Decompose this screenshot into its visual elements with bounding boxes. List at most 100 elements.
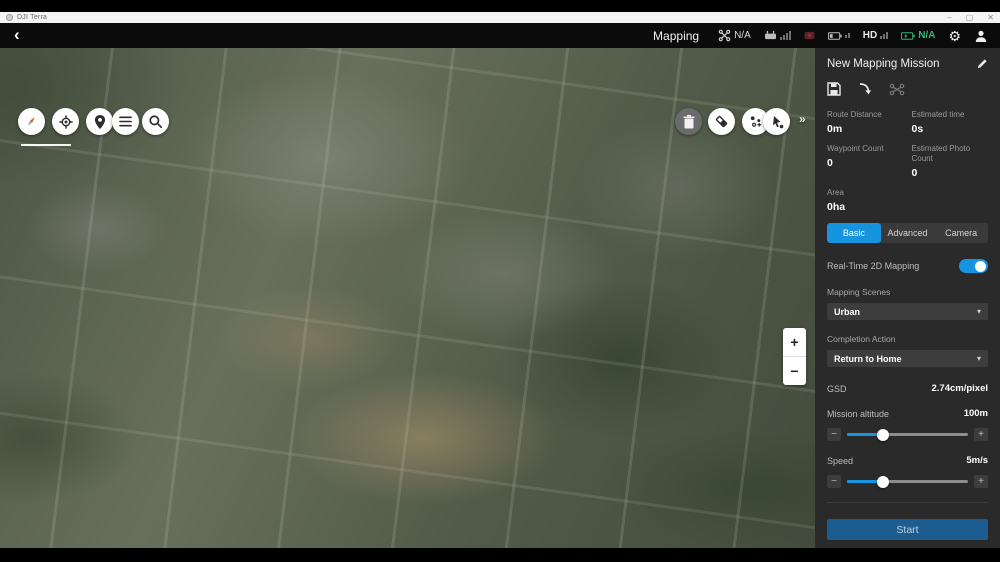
speed-increase-button[interactable]: + (974, 475, 988, 488)
cursor-icon (770, 115, 784, 129)
stat-label: Route Distance (827, 110, 904, 120)
map-pin-icon (93, 114, 107, 130)
top-navbar: ‹ Mapping N/A (0, 23, 1000, 48)
stat-label: Waypoint Count (827, 144, 904, 154)
altitude-slider-track[interactable] (847, 433, 968, 436)
map-scale-bar (21, 144, 71, 146)
app-title: DJI Terra (17, 14, 47, 21)
record-camera-icon (804, 31, 815, 40)
speed-slider-handle[interactable] (877, 476, 889, 488)
rc-signal-status (764, 30, 791, 41)
speed-slider-track[interactable] (847, 480, 968, 483)
hd-signal-status: HD (863, 30, 888, 41)
realtime-2d-label: Real-Time 2D Mapping (827, 261, 919, 271)
list-icon (118, 115, 133, 128)
waypoints-icon (748, 114, 763, 129)
crosshair-icon (58, 114, 74, 130)
stat-value: 0s (912, 123, 989, 135)
search-icon (148, 114, 163, 129)
user-account-icon[interactable] (974, 29, 988, 43)
completion-action-select[interactable]: Return to Home ▾ (827, 350, 988, 367)
settings-tabs: Basic Advanced Camera (827, 223, 988, 243)
altitude-increase-button[interactable]: + (974, 428, 988, 441)
map-pin-button[interactable] (86, 108, 113, 135)
stat-route-distance: Route Distance 0m (827, 110, 904, 135)
zoom-in-button[interactable]: + (783, 328, 806, 357)
completion-action-value: Return to Home (834, 354, 902, 364)
hd-label: HD (863, 30, 877, 41)
zoom-out-button[interactable]: − (783, 357, 806, 385)
stat-value: 0 (912, 167, 989, 179)
completion-action-label: Completion Action (827, 334, 988, 344)
tab-basic[interactable]: Basic (827, 223, 881, 243)
stat-value: 0 (827, 157, 904, 169)
altitude-slider-handle[interactable] (877, 429, 889, 441)
realtime-2d-toggle[interactable] (959, 259, 988, 273)
eraser-icon (714, 114, 729, 129)
os-titlebar: DJI Terra – ▢ ✕ (0, 12, 1000, 23)
mission-title: New Mapping Mission (827, 58, 940, 70)
chevron-down-icon: ▾ (977, 307, 981, 316)
stat-value: 0m (827, 123, 904, 135)
locate-me-button[interactable] (52, 108, 79, 135)
stat-waypoint-count: Waypoint Count 0 (827, 144, 904, 179)
stat-value: 0ha (827, 201, 904, 213)
altitude-decrease-button[interactable]: − (827, 428, 841, 441)
trash-icon (683, 115, 695, 129)
satellite-map[interactable]: » + − Distance N/A Altitude N/A Speed N/… (0, 48, 815, 548)
gsd-value: 2.74cm/pixel (931, 383, 988, 394)
maximize-button[interactable]: ▢ (966, 14, 974, 22)
app-icon (6, 14, 13, 21)
panel-divider (827, 502, 988, 503)
mission-stats: Route Distance 0m Estimated time 0s Wayp… (827, 110, 988, 213)
export-to-aircraft-icon[interactable] (889, 83, 905, 96)
hd-signal-bars-icon (880, 32, 888, 39)
mapping-scenes-value: Urban (834, 307, 860, 317)
chevron-down-icon: ▾ (977, 354, 981, 363)
settings-gear-icon[interactable]: ⚙ (948, 29, 961, 43)
aircraft-battery-icon (901, 31, 915, 41)
eraser-button[interactable] (708, 108, 735, 135)
rc-battery-status (828, 31, 850, 41)
rc-signal-bars-icon (780, 31, 791, 40)
start-button[interactable]: Start (827, 519, 988, 540)
aircraft-battery-value: N/A (918, 30, 935, 41)
save-mission-icon[interactable] (827, 82, 841, 96)
minimize-button[interactable]: – (947, 14, 951, 22)
battery-bars-icon (845, 33, 850, 38)
close-button[interactable]: ✕ (987, 14, 994, 22)
compass-icon (23, 113, 40, 130)
battery-icon (828, 31, 842, 41)
gsd-label: GSD (827, 384, 847, 394)
stat-label: Estimated Photo Count (912, 144, 989, 164)
delete-route-button[interactable] (675, 108, 702, 135)
aircraft-battery-status: N/A (901, 30, 935, 41)
import-route-icon[interactable] (858, 82, 872, 96)
select-tool-button[interactable] (763, 108, 790, 135)
stat-area: Area 0ha (827, 188, 904, 213)
stat-label: Area (827, 188, 904, 198)
edit-pencil-icon[interactable] (976, 58, 988, 70)
stat-label: Estimated time (912, 110, 989, 120)
mapping-scenes-select[interactable]: Urban ▾ (827, 303, 988, 320)
search-button[interactable] (142, 108, 169, 135)
altitude-label: Mission altitude (827, 409, 889, 419)
mission-panel: New Mapping Mission (815, 48, 1000, 548)
back-button[interactable]: ‹ (12, 25, 28, 47)
mapping-scenes-label: Mapping Scenes (827, 287, 988, 297)
layers-list-button[interactable] (112, 108, 139, 135)
speed-label: Speed (827, 456, 853, 466)
tab-camera[interactable]: Camera (934, 223, 988, 243)
zoom-control: + − (783, 328, 806, 385)
more-tools-chevron[interactable]: » (799, 112, 806, 126)
app-window: DJI Terra – ▢ ✕ ‹ Mapping N/A (0, 0, 1000, 562)
speed-decrease-button[interactable]: − (827, 475, 841, 488)
tab-advanced[interactable]: Advanced (881, 223, 935, 243)
altitude-value: 100m (964, 408, 988, 419)
remote-controller-icon (764, 30, 777, 41)
stat-estimated-photo-count: Estimated Photo Count 0 (912, 144, 989, 179)
gps-status-value: N/A (734, 30, 751, 41)
compass-button[interactable] (18, 108, 45, 135)
stat-estimated-time: Estimated time 0s (912, 110, 989, 135)
speed-value: 5m/s (966, 455, 988, 466)
